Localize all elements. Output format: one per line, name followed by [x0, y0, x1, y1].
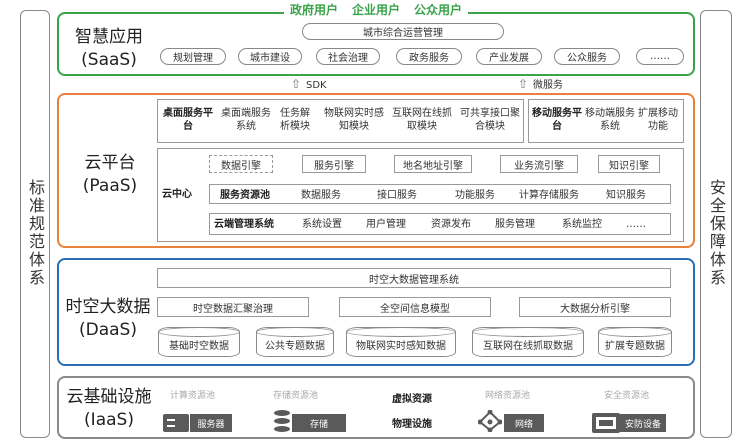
- user-types: 政府用户 企业用户 公众用户: [284, 1, 469, 19]
- user-type: 政府用户: [290, 3, 339, 17]
- daas-module: 全空间信息模型: [339, 297, 491, 317]
- resource-pool-box: [209, 184, 671, 204]
- resource-pool-item: 接口服务: [377, 190, 417, 201]
- saas-title: 智慧应用 (SaaS): [66, 26, 152, 72]
- database-cylinder: 互联网在线抓取数据: [472, 327, 584, 357]
- resource-pool-item: 计算存储服务: [519, 190, 579, 201]
- cloud-center-label: 云中心: [162, 189, 192, 200]
- sdk-arrow-icon: ⇧: [291, 77, 302, 91]
- saas-item: ……: [636, 48, 684, 65]
- right-security-bar: 安全保障体系: [700, 10, 732, 438]
- saas-item: 规划管理: [160, 48, 226, 65]
- iaas-name: 云基础设施: [66, 387, 152, 407]
- resource-pool-item: 数据服务: [301, 190, 341, 201]
- cloud-mgmt-item: ……: [626, 219, 646, 230]
- saas-layer: [57, 12, 695, 76]
- mobile-platform-title: 移动服务平台: [532, 108, 582, 132]
- database-label: 物联网实时感知数据: [356, 340, 446, 352]
- virtual-resources-label: 虚拟资源: [392, 394, 432, 405]
- daas-name: 时空大数据: [65, 297, 151, 317]
- daas-mgmt-box: 时空大数据管理系统: [157, 268, 671, 288]
- mobile-item: 扩展移动功能: [638, 108, 678, 132]
- standards-label: 标准规范体系: [26, 179, 45, 287]
- mobile-item: 移动端服务系统: [585, 108, 635, 132]
- device-label: 网络: [504, 414, 544, 432]
- resource-pool-label: 安全资源池: [604, 391, 650, 401]
- resource-pool-label: 网络资源池: [485, 391, 531, 401]
- engine-box: 数据引擎: [209, 155, 273, 173]
- paas-title: 云平台 (PaaS): [70, 152, 150, 198]
- engine-box: 服务引擎: [302, 155, 366, 173]
- microservice-label: 微服务: [533, 80, 563, 91]
- cloud-mgmt-item: 系统设置: [302, 219, 342, 230]
- saas-item: 政务服务: [396, 48, 462, 65]
- desktop-item: 互联网在线抓取模块: [392, 108, 452, 132]
- daas-code: (DaaS): [79, 320, 137, 340]
- resource-pool-item: 知识服务: [606, 190, 646, 201]
- cloud-mgmt-item: 服务管理: [495, 219, 535, 230]
- database-label: 互联网在线抓取数据: [483, 340, 573, 352]
- microservice-arrow-icon: ⇧: [518, 77, 529, 91]
- iaas-code: (IaaS): [84, 410, 134, 430]
- saas-item: 产业发展: [476, 48, 542, 65]
- cloud-mgmt-title: 云端管理系统: [214, 219, 274, 230]
- saas-name: 智慧应用: [75, 27, 143, 47]
- database-cylinder: 扩展专题数据: [598, 327, 672, 357]
- desktop-item: 物联网实时感知模块: [324, 108, 384, 132]
- desktop-item: 可共享接口聚合模块: [460, 108, 520, 132]
- database-label: 公共专题数据: [265, 340, 325, 352]
- user-type: 公众用户: [414, 3, 463, 17]
- device-label: 服务器: [190, 414, 232, 432]
- engine-box: 业务流引擎: [500, 155, 578, 173]
- database-cylinder: 公共专题数据: [256, 327, 334, 357]
- security-device-icon: [592, 413, 620, 433]
- paas-name: 云平台: [84, 153, 136, 173]
- daas-module: 时空数据汇聚治理: [157, 297, 309, 317]
- daas-title: 时空大数据 (DaaS): [60, 296, 156, 342]
- cloud-mgmt-item: 资源发布: [431, 219, 471, 230]
- database-label: 基础时空数据: [169, 340, 229, 352]
- physical-facilities-label: 物理设施: [392, 419, 432, 430]
- left-standards-bar: 标准规范体系: [20, 10, 50, 438]
- resource-pool-title: 服务资源池: [220, 190, 270, 201]
- paas-code: (PaaS): [82, 176, 138, 196]
- engine-box: 知识引擎: [598, 155, 660, 173]
- desktop-platform-title: 桌面服务平台: [163, 108, 213, 132]
- server-icon: [163, 414, 189, 432]
- resource-pool-item: 功能服务: [455, 190, 495, 201]
- daas-module: 大数据分析引擎: [519, 297, 671, 317]
- engine-box: 地名地址引擎: [394, 155, 472, 173]
- resource-pool-label: 存储资源池: [273, 391, 319, 401]
- cloud-mgmt-item: 系统监控: [562, 219, 602, 230]
- sdk-label: SDK: [306, 80, 327, 91]
- database-cylinder: 物联网实时感知数据: [346, 327, 456, 357]
- saas-item: 公众服务: [554, 48, 620, 65]
- device-label: 存储: [292, 414, 346, 432]
- desktop-item: 任务解析模块: [280, 108, 310, 132]
- cloud-mgmt-item: 用户管理: [366, 219, 406, 230]
- device-label: 安防设备: [620, 414, 666, 432]
- city-operation-bar: 城市综合运营管理: [302, 23, 504, 40]
- security-label: 安全保障体系: [707, 179, 726, 287]
- saas-item: 社会治理: [316, 48, 380, 65]
- saas-item: 城市建设: [238, 48, 302, 65]
- storage-icon: [274, 410, 290, 432]
- database-label: 扩展专题数据: [605, 340, 665, 352]
- iaas-title: 云基础设施 (IaaS): [62, 386, 156, 432]
- database-cylinder: 基础时空数据: [158, 327, 240, 357]
- resource-pool-label: 计算资源池: [170, 391, 216, 401]
- desktop-item: 桌面端服务系统: [221, 108, 271, 132]
- user-type: 企业用户: [352, 3, 401, 17]
- saas-code: (SaaS): [81, 50, 137, 70]
- network-icon: [477, 409, 503, 433]
